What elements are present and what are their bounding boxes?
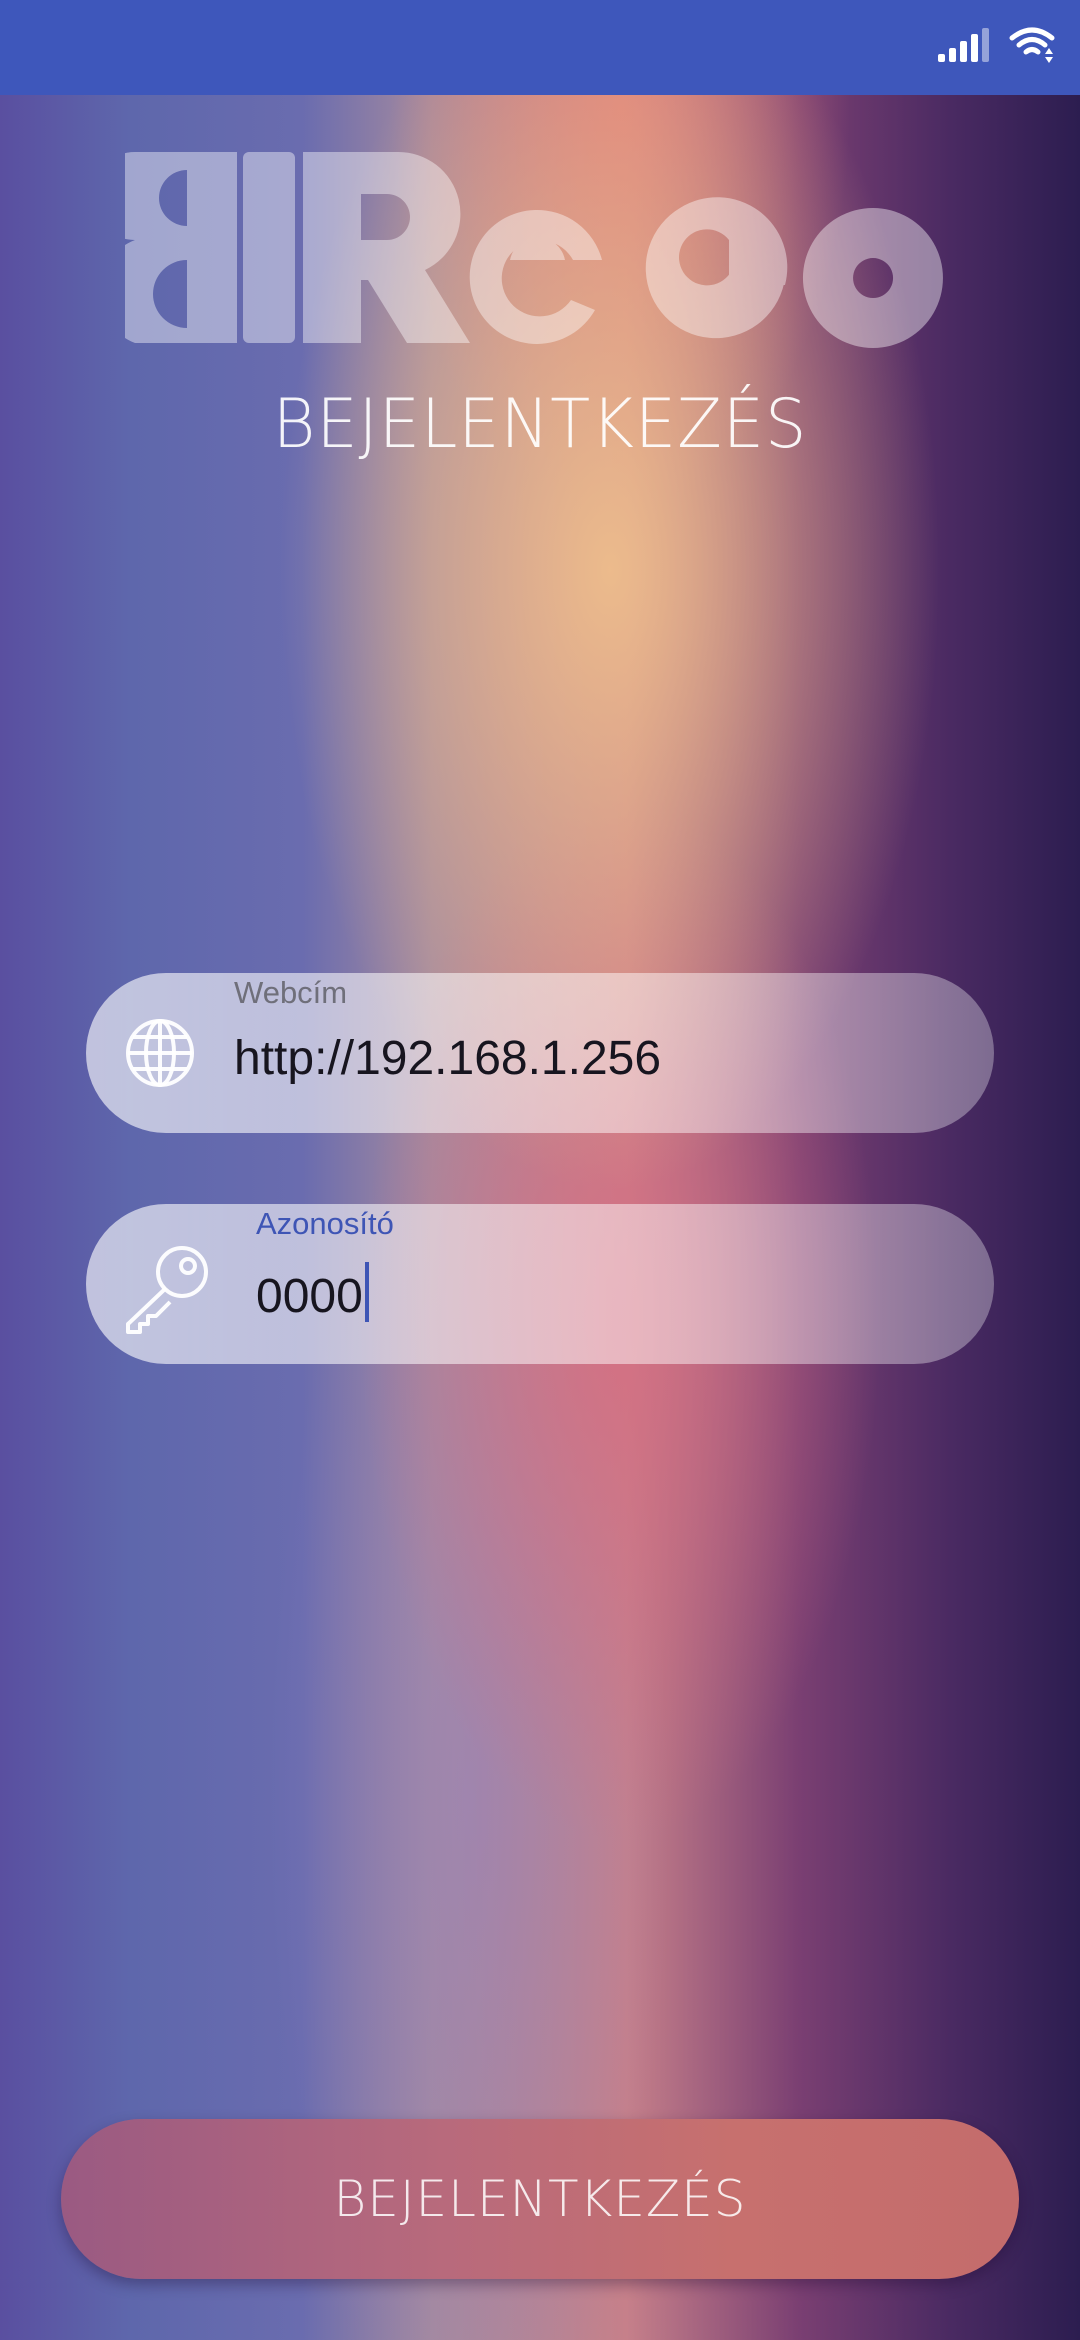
id-field-label: Azonosító [256, 1206, 394, 1241]
signal-icon [938, 28, 989, 62]
id-field[interactable]: Azonosító 0000 [86, 1204, 994, 1364]
id-input[interactable]: 0000 [256, 1262, 369, 1324]
status-bar [0, 0, 1080, 95]
url-field[interactable]: Webcím http://192.168.1.256 [86, 973, 994, 1133]
globe-icon [126, 1019, 194, 1087]
status-icons [938, 24, 1056, 64]
text-caret [364, 1262, 369, 1322]
page-title: BEJELENTKEZÉS [272, 385, 808, 464]
login-screen: BEJELENTKEZÉS Webcím http://192.168.1.25… [0, 0, 1080, 2340]
id-input-value: 0000 [256, 1270, 363, 1323]
login-button-label: BEJELENTKEZÉS [333, 2170, 747, 2228]
url-field-label: Webcím [234, 975, 348, 1010]
wifi-icon [1009, 27, 1055, 63]
login-button[interactable]: BEJELENTKEZÉS [61, 2119, 1019, 2279]
url-input[interactable]: http://192.168.1.256 [234, 1031, 661, 1086]
key-icon [126, 1246, 208, 1334]
reco-logo [125, 151, 943, 348]
